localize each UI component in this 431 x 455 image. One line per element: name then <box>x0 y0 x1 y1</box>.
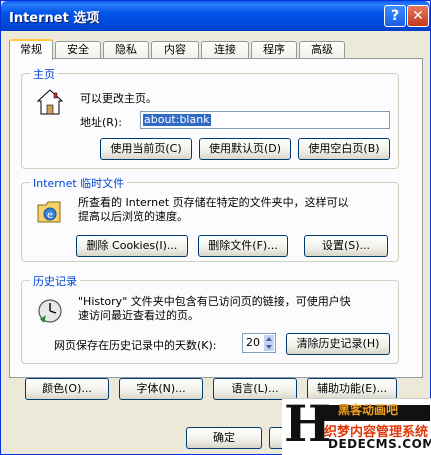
tab-connections[interactable]: 连接 <box>201 41 249 59</box>
ok-button[interactable]: 确定 <box>186 427 262 449</box>
window-title: Internet 选项 <box>9 11 100 26</box>
address-input[interactable]: about:blank <box>140 111 390 129</box>
use-current-button[interactable]: 使用当前页(C) <box>100 138 192 160</box>
history-group-title: 历史记录 <box>30 273 80 289</box>
address-label: 地址(R): <box>80 116 122 129</box>
tab-general[interactable]: 常规 <box>9 39 53 60</box>
settings-button[interactable]: 设置(S)... <box>304 235 388 257</box>
watermark-line2: DEDECMS.COM <box>328 437 431 451</box>
homepage-description: 可以更改主页。 <box>80 92 157 105</box>
delete-files-button[interactable]: 删除文件(F)... <box>198 235 288 257</box>
title-bar[interactable]: Internet 选项 ? ✕ <box>1 1 430 31</box>
tab-programs[interactable]: 程序 <box>251 41 297 59</box>
temp-files-description-line2: 提高以后浏览的速度。 <box>78 210 188 223</box>
homepage-group-title: 主页 <box>30 66 58 82</box>
internet-options-dialog: Internet 选项 ? ✕ 常规 安全 隐私 内容 连接 程序 高级 主页 … <box>0 0 431 455</box>
tab-content[interactable]: 内容 <box>151 41 199 59</box>
use-default-button[interactable]: 使用默认页(D) <box>199 138 291 160</box>
address-value: about:blank <box>143 113 211 126</box>
clear-history-button[interactable]: 清除历史记录(H) <box>286 333 390 355</box>
temp-files-group: Internet 临时文件 e 所查看的 Internet 页存储在特定的文件夹… <box>21 175 399 262</box>
help-button[interactable]: ? <box>384 5 406 27</box>
delete-cookies-button[interactable]: 删除 Cookies(I)... <box>76 235 188 257</box>
house-icon <box>36 89 64 115</box>
colors-button[interactable]: 颜色(O)... <box>25 378 109 400</box>
watermark-top-text: 黑客动画吧 <box>338 403 399 417</box>
history-description-line2: 速访问最近查看过的页。 <box>78 309 199 322</box>
history-days-value: 20 <box>246 336 260 349</box>
watermark-logo: H 黑客动画吧 织梦内容管理系统 DEDECMS.COM <box>282 398 431 455</box>
history-days-label: 网页保存在历史记录中的天数(K): <box>54 339 217 352</box>
history-clock-icon <box>38 299 62 323</box>
tab-security[interactable]: 安全 <box>55 41 101 59</box>
temp-files-group-title: Internet 临时文件 <box>30 175 128 191</box>
svg-text:e: e <box>47 210 53 221</box>
history-group: 历史记录 "History" 文件夹中包含有已访问页的链接，可使用户快 速访问最… <box>21 273 399 364</box>
history-days-stepper[interactable]: 20 <box>242 333 276 353</box>
folder-ie-icon: e <box>37 201 61 223</box>
tab-advanced[interactable]: 高级 <box>299 41 345 59</box>
fonts-button[interactable]: 字体(N)... <box>119 378 203 400</box>
spinner-arrows-icon[interactable] <box>264 335 274 351</box>
use-blank-button[interactable]: 使用空白页(B) <box>298 138 390 160</box>
tab-privacy[interactable]: 隐私 <box>103 41 149 59</box>
homepage-group: 主页 可以更改主页。 地址(R): about:blank 使用当前页(C) 使… <box>21 66 399 169</box>
close-button[interactable]: ✕ <box>407 5 429 27</box>
